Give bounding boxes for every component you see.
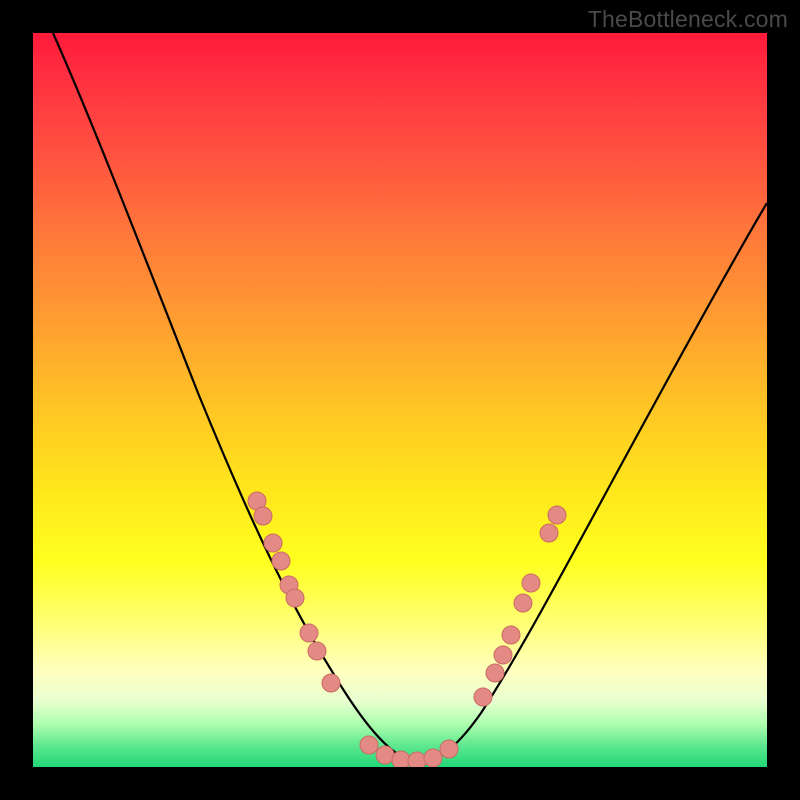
marker-dot (408, 752, 426, 767)
marker-dot (486, 664, 504, 682)
marker-dot (300, 624, 318, 642)
marker-dot (540, 524, 558, 542)
marker-dot (264, 534, 282, 552)
bottleneck-curve (53, 33, 767, 762)
marker-dot (474, 688, 492, 706)
marker-dot (286, 589, 304, 607)
marker-dot (272, 552, 290, 570)
marker-dot (424, 749, 442, 767)
marker-dot (502, 626, 520, 644)
marker-dot (376, 746, 394, 764)
marker-dot (494, 646, 512, 664)
marker-dot (440, 740, 458, 758)
marker-dot (522, 574, 540, 592)
watermark-text: TheBottleneck.com (588, 6, 788, 33)
plot-area (33, 33, 767, 767)
marker-dot (254, 507, 272, 525)
curve-layer (33, 33, 767, 767)
marker-dot (514, 594, 532, 612)
marker-dot (308, 642, 326, 660)
bottom-marker-cluster (360, 736, 458, 767)
marker-dot (548, 506, 566, 524)
marker-dot (360, 736, 378, 754)
right-marker-cluster (474, 506, 566, 706)
chart-frame: TheBottleneck.com (0, 0, 800, 800)
marker-dot (322, 674, 340, 692)
marker-dot (392, 751, 410, 767)
